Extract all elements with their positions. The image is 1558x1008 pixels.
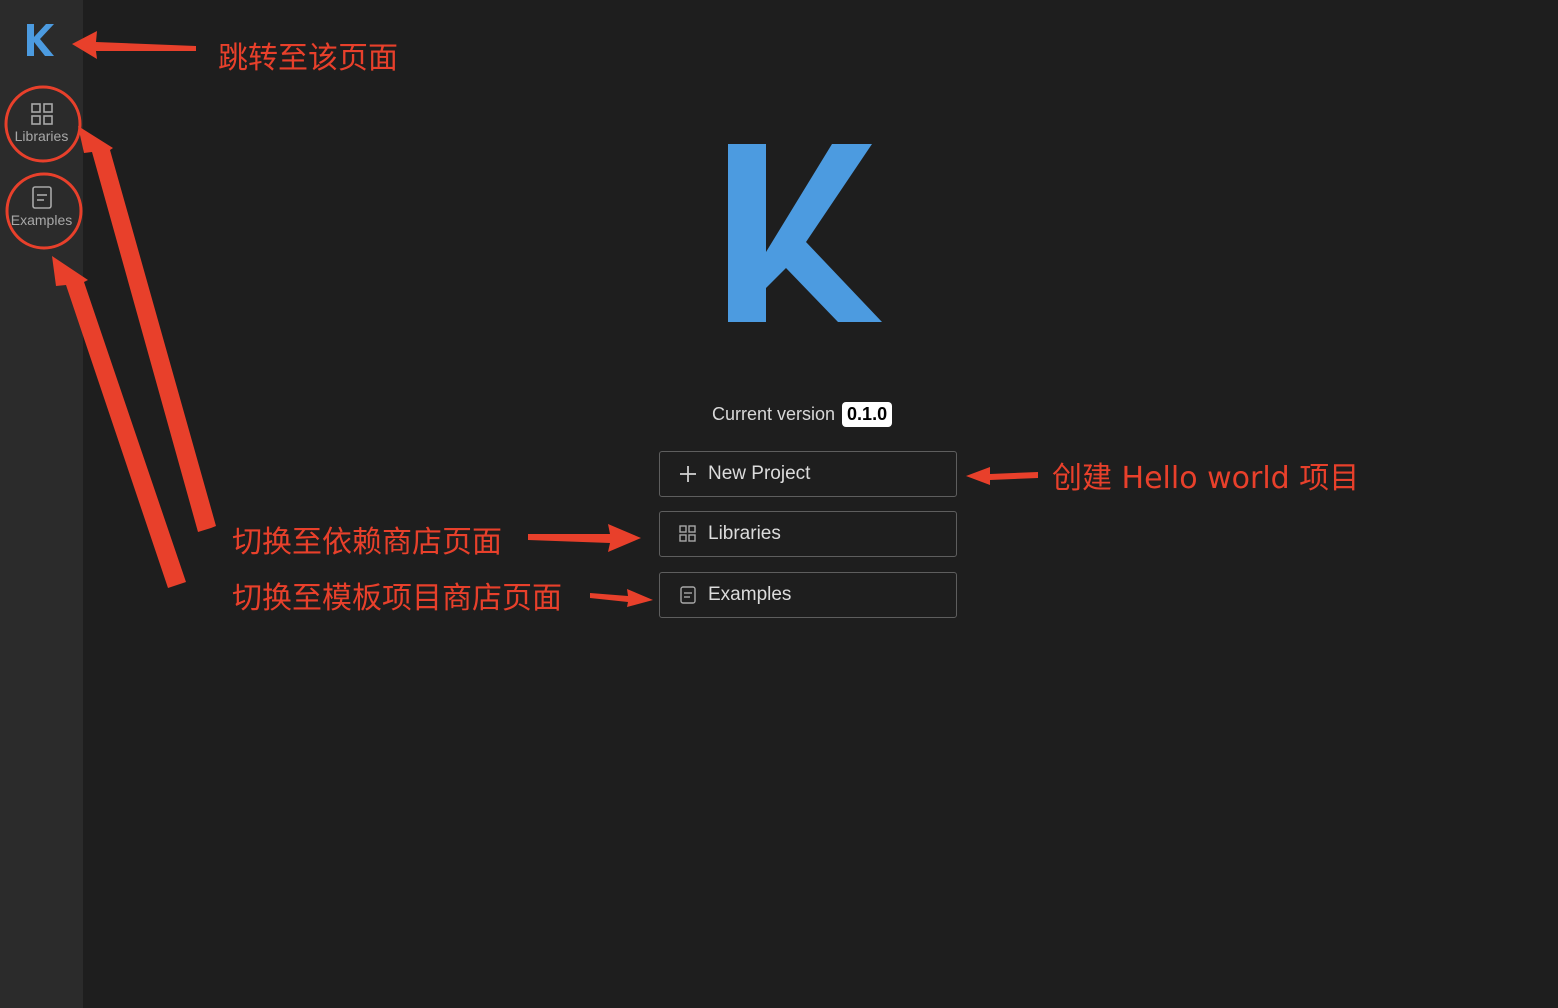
sidebar-item-label: Examples xyxy=(10,212,73,228)
new-project-label: New Project xyxy=(708,463,811,484)
new-project-button[interactable]: New Project xyxy=(659,451,957,497)
version-badge: 0.1.0 xyxy=(842,401,893,427)
annotation-arrow xyxy=(590,589,653,607)
sidebar-item-label: Libraries xyxy=(14,128,69,144)
k-brand-logo xyxy=(728,144,882,322)
libraries-label: Libraries xyxy=(708,523,781,544)
grid-icon xyxy=(30,103,53,125)
version-label: Current version xyxy=(712,403,836,424)
annotation-examples: 切换至模板项目商店页面 xyxy=(232,581,562,616)
annotation-arrow xyxy=(78,126,216,532)
annotation-new-project: 创建 Hello world 项目 xyxy=(1052,461,1360,496)
libraries-button[interactable]: Libraries xyxy=(659,511,957,557)
grid-icon xyxy=(679,525,696,542)
document-icon xyxy=(31,186,52,209)
k-logo-icon[interactable] xyxy=(25,22,55,58)
annotation-arrow xyxy=(72,31,196,59)
annotation-libraries: 切换至依赖商店页面 xyxy=(232,525,502,560)
sidebar: Libraries Examples xyxy=(0,0,83,1008)
examples-label: Examples xyxy=(708,584,792,605)
document-icon xyxy=(680,586,696,604)
annotation-logo: 跳转至该页面 xyxy=(218,41,398,76)
sidebar-item-libraries[interactable]: Libraries xyxy=(0,86,83,156)
annotation-arrow xyxy=(966,467,1038,485)
examples-button[interactable]: Examples xyxy=(659,572,957,618)
plus-icon xyxy=(680,466,696,482)
annotation-arrow xyxy=(528,524,641,552)
sidebar-item-examples[interactable]: Examples xyxy=(0,170,83,240)
version-info: Current version 0.1.0 xyxy=(712,400,893,428)
